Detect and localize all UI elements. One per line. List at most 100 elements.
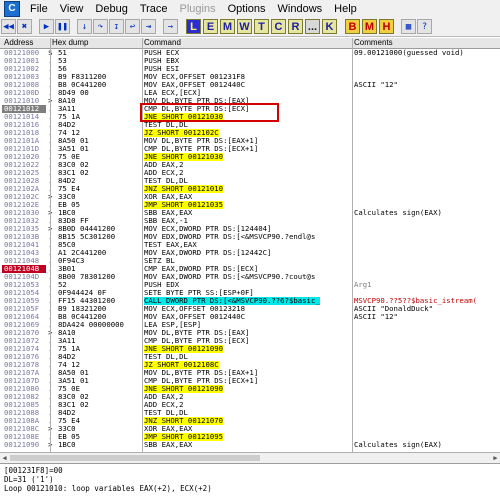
cpu-button[interactable]: C (271, 19, 286, 34)
menu-help[interactable]: Help (328, 3, 363, 15)
disassembly-row[interactable]: 00121064.B8 0C441200MOV EAX,OFFSET 00124… (0, 313, 500, 321)
row-hex-dump: EB 05 (58, 433, 80, 441)
disassembly-row[interactable]: 00121080.75 0EJNE SHORT 00121090 (0, 385, 500, 393)
disassembly-row[interactable]: 0012101A.8A50 01MOV DL,BYTE PTR DS:[EAX+… (0, 137, 500, 145)
row-address: 00121020 (4, 153, 40, 161)
disassembly-row[interactable]: 00121085.83C1 02ADD ECX,2 (0, 401, 500, 409)
disassembly-row[interactable]: 0012100D.8D49 00LEA ECX,[ECX] (0, 89, 500, 97)
disassembly-row[interactable]: 0012107D.3A51 01CMP DL,BYTE PTR DS:[ECX+… (0, 377, 500, 385)
call-stack-button[interactable]: K (322, 19, 337, 34)
disassembly-row[interactable]: 0012104B.3B01CMP EAX,DWORD PTR DS:[ECX] (0, 265, 500, 273)
disassembly-row[interactable]: 0012101D.3A51 01CMP DL,BYTE PTR DS:[ECX+… (0, 145, 500, 153)
windows-button[interactable]: W (237, 19, 252, 34)
disassembly-row[interactable]: 0012108C>33C0XOR EAX,EAX (0, 425, 500, 433)
disassembly-row[interactable]: 00121022.83C0 02ADD EAX,2 (0, 161, 500, 169)
row-command: CMP DL,BYTE PTR DS:[ECX] (144, 337, 250, 345)
log-window-button[interactable]: L (186, 19, 201, 34)
disassembly-row[interactable]: 0012104D.8B00 78301200MOV EAX,DWORD PTR … (0, 273, 500, 281)
disassembly-row[interactable]: 00121028.84D2TEST DL,DL (0, 177, 500, 185)
menu-plugins[interactable]: Plugins (174, 3, 222, 15)
disassembly-row[interactable]: 00121041.85C0TEST EAX,EAX (0, 241, 500, 249)
row-hex-dump: 84D2 (58, 353, 76, 361)
disassembly-header: Address Hex dump Command Comments (0, 38, 500, 49)
row-command: JNE SHORT 00121090 (144, 385, 224, 393)
disassembly-row[interactable]: 00121054.0F944424 0FSETE BYTE PTR SS:[ES… (0, 289, 500, 297)
disassembly-row[interactable]: 00121053.52PUSH EDXArg1 (0, 281, 500, 289)
memory-button[interactable]: M (220, 19, 235, 34)
memory-breakpoints-button[interactable]: M (362, 19, 377, 34)
disassembly-row[interactable]: 00121076.84D2TEST DL,DL (0, 353, 500, 361)
disassembly-row[interactable]: 00121002.56PUSH ESI (0, 65, 500, 73)
disassembly-row[interactable]: 0012102A.75 E4JNZ SHORT 00121010 (0, 185, 500, 193)
menu-debug[interactable]: Debug (89, 3, 133, 15)
row-address: 00121012 (4, 105, 40, 113)
disassembly-row[interactable]: 0012108A.75 E4JNZ SHORT 00121070 (0, 417, 500, 425)
disassembly-row[interactable]: 00121059.FF15 44301200CALL DWORD PTR DS:… (0, 297, 500, 305)
disassembly-row[interactable]: 00121018.74 12JZ SHORT 0012102C (0, 129, 500, 137)
scroll-left-icon[interactable]: ◀ (0, 454, 9, 462)
menu-trace[interactable]: Trace (134, 3, 174, 15)
disassembly-row[interactable]: 0012107A.8A50 01MOV DL,BYTE PTR DS:[EAX+… (0, 369, 500, 377)
pause-icon[interactable]: ❚❚ (55, 19, 70, 34)
run-trace-button[interactable]: ... (305, 19, 320, 34)
restart-icon[interactable]: ◀◀ (1, 19, 16, 34)
references-button[interactable]: R (288, 19, 303, 34)
scroll-right-icon[interactable]: ▶ (491, 454, 500, 462)
disassembly-row[interactable]: 00121069.8DA424 00000000LEA ESP,[ESP] (0, 321, 500, 329)
execute-till-return-icon[interactable]: ⇥ (141, 19, 156, 34)
disassembly-row[interactable]: 00121025.83C1 02ADD ECX,2 (0, 169, 500, 177)
disassembly-row[interactable]: 00121070>8A10MOV DL,BYTE PTR DS:[EAX] (0, 329, 500, 337)
row-hex-dump: 83C1 02 (58, 401, 89, 409)
header-comments[interactable]: Comments (354, 38, 393, 47)
breakpoints-button[interactable]: B (345, 19, 360, 34)
disassembly-row[interactable]: 00121074.75 1AJNE SHORT 00121090 (0, 345, 500, 353)
disassembly-row[interactable]: 00121003.B9 F8311200MOV ECX,OFFSET 00123… (0, 73, 500, 81)
menu-view[interactable]: View (54, 3, 90, 15)
appearance-icon[interactable]: ▦ (401, 19, 416, 34)
disassembly-row[interactable]: 00121072.3A11CMP DL,BYTE PTR DS:[ECX] (0, 337, 500, 345)
header-hex[interactable]: Hex dump (52, 38, 88, 47)
disassembly-row[interactable]: 00121016.84D2TEST DL,DL (0, 121, 500, 129)
disassembly-row[interactable]: 0012105F.B9 18321200MOV ECX,OFFSET 00123… (0, 305, 500, 313)
hardware-breakpoints-button[interactable]: H (379, 19, 394, 34)
disassembly-row[interactable]: 00121090>1BC0SBB EAX,EAXCalculates sign(… (0, 441, 500, 449)
disassembly-row[interactable]: 00121030>1BC0SBB EAX,EAXCalculates sign(… (0, 209, 500, 217)
disassembly-row[interactable]: 0012108E.EB 05JMP SHORT 00121095 (0, 433, 500, 441)
disassembly-row[interactable]: 00121078.74 12JZ SHORT 0012108C (0, 361, 500, 369)
disassembly-row[interactable]: 00121082.83C0 02ADD EAX,2 (0, 393, 500, 401)
disassembly-row[interactable]: 00121008.B8 0C441200MOV EAX,OFFSET 00124… (0, 81, 500, 89)
disassembly-row[interactable]: 00121020.75 0EJNE SHORT 00121030 (0, 153, 500, 161)
menu-bar: C File View Debug Trace Plugins Options … (0, 0, 500, 17)
step-into-icon[interactable]: ↓ (77, 19, 92, 34)
disassembly-row[interactable]: 00121001.53PUSH EBX (0, 57, 500, 65)
header-address[interactable]: Address (4, 38, 33, 47)
trace-over-icon[interactable]: ↩ (125, 19, 140, 34)
menu-file[interactable]: File (24, 3, 54, 15)
step-over-icon[interactable]: ↷ (93, 19, 108, 34)
run-icon[interactable]: ▶ (39, 19, 54, 34)
modules-button[interactable]: E (203, 19, 218, 34)
disassembly-row[interactable]: 0012102C>33C0XOR EAX,EAX (0, 193, 500, 201)
help-icon[interactable]: ? (417, 19, 432, 34)
menu-windows[interactable]: Windows (272, 3, 329, 15)
row-command: MOV EDX,DWORD PTR DS:[<&MSVCP90.?endl@s (144, 233, 316, 241)
disassembly-row[interactable]: 00121043.A1 2C441200MOV EAX,DWORD PTR DS… (0, 249, 500, 257)
disassembly-row[interactable]: 0012102E.EB 05JMP SHORT 00121035 (0, 201, 500, 209)
close-icon[interactable]: ✖ (17, 19, 32, 34)
threads-button[interactable]: T (254, 19, 269, 34)
disassembly-row[interactable]: 00121088.84D2TEST DL,DL (0, 409, 500, 417)
disassembly-row[interactable]: 0012103B.8B15 5C301200MOV EDX,DWORD PTR … (0, 233, 500, 241)
disassembly-row[interactable]: 00121035>8B0D 04441200MOV ECX,DWORD PTR … (0, 225, 500, 233)
scroll-thumb[interactable] (10, 455, 260, 461)
row-hex-dump: 84D2 (58, 409, 76, 417)
menu-options[interactable]: Options (222, 3, 272, 15)
info-panel: [001231F8]=00 DL=31 ('1') Loop 00121010:… (0, 463, 500, 501)
header-command[interactable]: Command (144, 38, 181, 47)
go-to-icon[interactable]: → (163, 19, 178, 34)
trace-into-icon[interactable]: ↧ (109, 19, 124, 34)
row-hex-dump: 83D8 FF (58, 217, 89, 225)
disassembly-row[interactable]: 00121000$51PUSH ECX09.00121000(guessed v… (0, 49, 500, 57)
disassembly-row[interactable]: 00121048.0F94C3SETZ BL (0, 257, 500, 265)
disassembly-row[interactable]: 00121032.83D8 FFSBB EAX,-1 (0, 217, 500, 225)
horizontal-scrollbar[interactable]: ◀ ▶ (0, 452, 500, 463)
